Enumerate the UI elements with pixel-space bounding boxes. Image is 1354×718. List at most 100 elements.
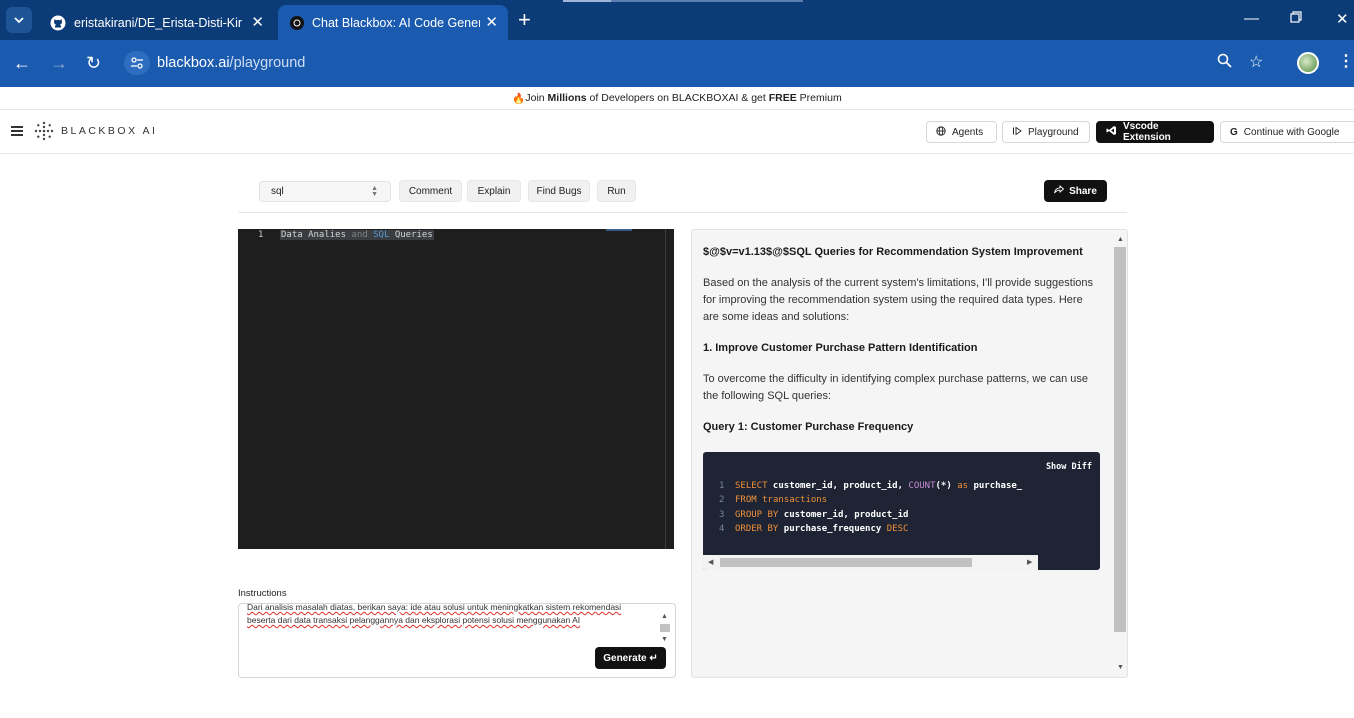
promo-text: of Developers on BLACKBOXAI & get [586, 92, 769, 104]
restore-icon[interactable] [1290, 10, 1302, 27]
continue-with-google-button[interactable]: G Continue with Google [1220, 121, 1354, 143]
share-icon [1054, 185, 1065, 197]
sql-text: customer_id, product_id [778, 510, 909, 520]
scroll-right-icon[interactable]: ▶ [1027, 559, 1032, 567]
line-number: 1 [258, 230, 264, 240]
scroll-down-icon[interactable]: ▼ [661, 636, 668, 644]
editor-minimap-marker [606, 229, 632, 231]
output-vertical-scrollbar[interactable]: ▲ ▼ [1112, 230, 1127, 677]
line-number: 3 [719, 510, 725, 520]
instructions-text[interactable]: Dari analisis masalah diatas, berikan sa… [247, 604, 647, 627]
code-token: Queries [389, 230, 433, 240]
back-icon[interactable]: ← [13, 53, 31, 73]
tab-strip-indicator [611, 0, 803, 2]
close-window-icon[interactable]: ✕ [1336, 10, 1349, 28]
url-path: /playground [229, 55, 306, 71]
promo-text: Join [525, 92, 548, 104]
close-tab-icon[interactable]: ✕ [485, 15, 498, 30]
query-title: Query 1: Customer Purchase Frequency [703, 421, 914, 433]
forward-icon[interactable]: → [50, 53, 68, 73]
output-section-heading: 1. Improve Customer Purchase Pattern Ide… [703, 342, 978, 354]
promo-text: Premium [796, 92, 842, 104]
line-number: 2 [719, 495, 725, 505]
google-label: Continue with Google [1243, 126, 1340, 138]
sql-text: purchase_frequency [778, 524, 887, 534]
line-number: 4 [719, 524, 725, 534]
bookmark-star-icon[interactable]: ☆ [1249, 52, 1263, 72]
code-editor[interactable]: 1 Data Analies and SQL Queries [238, 229, 674, 549]
language-select[interactable]: sql ▲ ▼ [259, 181, 391, 202]
tab-title: Chat Blackbox: AI Code Generat [312, 15, 480, 30]
omnibox[interactable]: blackbox.ai/playground [120, 46, 1280, 80]
output-paragraph: To overcome the difficulty in identifyin… [703, 373, 1088, 402]
output-panel[interactable]: $@$v=v1.13$@$SQL Queries for Recommendat… [691, 229, 1128, 678]
url-text: blackbox.ai/playground [157, 55, 305, 71]
site-header: BLACKBOX AI Agents Playground Vscode Ext… [0, 110, 1354, 154]
code-line: 3 GROUP BY customer_id, product_id [719, 510, 908, 520]
github-icon [50, 15, 66, 30]
reload-icon[interactable]: ↻ [86, 53, 101, 73]
profile-avatar[interactable] [1297, 52, 1319, 74]
sql-code-block: Show Diff 1 SELECT customer_id, product_i… [703, 452, 1100, 570]
instructions-scrollbar[interactable]: ▲ ▼ [659, 608, 671, 646]
scroll-down-icon[interactable]: ▼ [1117, 664, 1124, 672]
sql-keyword: DESC [886, 524, 909, 534]
code-horizontal-scrollbar[interactable]: ◀ ▶ [703, 555, 1038, 570]
close-tab-icon[interactable]: ✕ [251, 15, 264, 30]
output-intro: Based on the analysis of the current sys… [703, 277, 1094, 323]
hamburger-menu-icon[interactable] [11, 126, 23, 136]
browser-tab-bar: eristakirani/DE_Erista-Disti-Kiran ✕ Cha… [0, 0, 1354, 40]
vscode-icon [1106, 125, 1117, 139]
share-button[interactable]: Share [1044, 180, 1107, 202]
find-bugs-button[interactable]: Find Bugs [528, 180, 590, 202]
fire-icon: 🔥 [512, 92, 526, 105]
minimize-icon[interactable]: — [1244, 10, 1259, 27]
output-title: $@$v=v1.13$@$SQL Queries for Recommendat… [703, 246, 1083, 258]
scrollbar-thumb[interactable] [660, 624, 670, 632]
globe-icon [936, 125, 946, 139]
explain-button[interactable]: Explain [467, 180, 521, 202]
vscode-label: Vscode Extension [1123, 121, 1171, 143]
zoom-icon[interactable] [1217, 53, 1232, 73]
browser-menu-icon[interactable]: ⋮ [1338, 53, 1354, 71]
generate-button[interactable]: Generate ↵ [595, 647, 666, 669]
promo-highlight: FREE [768, 92, 797, 104]
play-icon [1012, 126, 1022, 139]
instructions-label: Instructions [238, 588, 287, 599]
promo-highlight: Millions [547, 92, 587, 104]
code-line: 4 ORDER BY purchase_frequency DESC [719, 524, 908, 534]
code-line: 2 FROM transactions [719, 495, 827, 505]
google-icon: G [1230, 126, 1238, 138]
tab-search-button[interactable] [6, 7, 32, 33]
code-line[interactable]: Data Analies and SQL Queries [280, 230, 434, 240]
promo-banner[interactable]: 🔥 Join Millions of Developers on BLACKBO… [0, 87, 1354, 110]
address-bar: ← → ↻ blackbox.ai/playground ☆ [0, 40, 1354, 87]
tab-github[interactable]: eristakirani/DE_Erista-Disti-Kiran ✕ [38, 5, 274, 40]
scroll-up-icon[interactable]: ▲ [1117, 236, 1124, 244]
url-domain: blackbox.ai [157, 55, 230, 71]
playground-button[interactable]: Playground [1002, 121, 1090, 143]
comment-button[interactable]: Comment [399, 180, 462, 202]
run-button[interactable]: Run [597, 180, 636, 202]
scrollbar-thumb[interactable] [1114, 247, 1126, 632]
code-line: 1 SELECT customer_id, product_id, COUNT(*… [719, 481, 1022, 491]
sql-keyword: SELECT [735, 481, 768, 491]
show-diff-button[interactable]: Show Diff [1046, 462, 1092, 472]
scroll-up-icon[interactable]: ▲ [661, 613, 668, 621]
sql-keyword: as [957, 481, 969, 491]
line-number: 1 [719, 481, 725, 491]
agents-button[interactable]: Agents [926, 121, 997, 143]
scroll-left-icon[interactable]: ◀ [708, 559, 713, 567]
new-tab-icon[interactable]: + [518, 8, 531, 32]
blackbox-logo-icon [34, 121, 54, 141]
tab-strip-indicator [563, 0, 611, 2]
scrollbar-thumb[interactable] [720, 558, 972, 567]
tab-blackbox[interactable]: Chat Blackbox: AI Code Generat ✕ [278, 5, 508, 40]
playground-label: Playground [1028, 126, 1079, 138]
site-info-icon[interactable] [124, 51, 150, 75]
logo-text[interactable]: BLACKBOX AI [61, 125, 157, 137]
vscode-extension-button[interactable]: Vscode Extension [1096, 121, 1214, 143]
sql-text: purchase_ [968, 481, 1023, 491]
sql-function: COUNT [908, 481, 936, 491]
blackbox-favicon-icon [290, 15, 304, 30]
